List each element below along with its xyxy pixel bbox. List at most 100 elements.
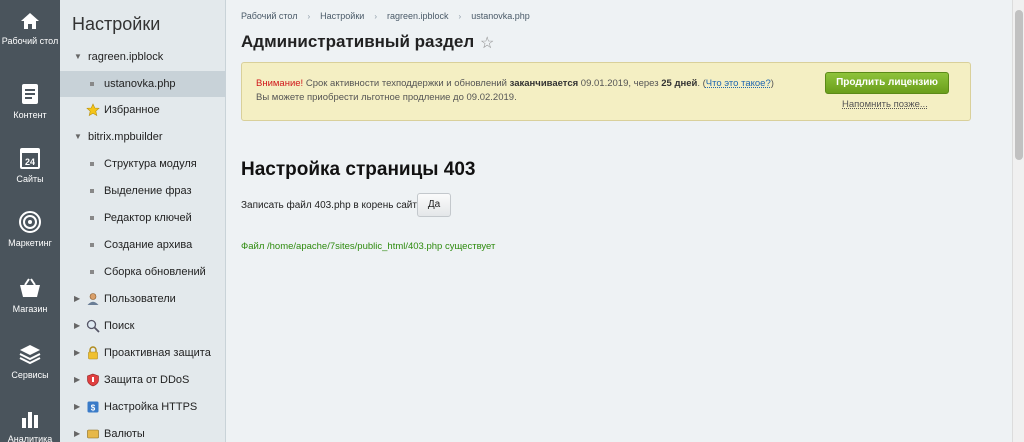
favorite-star-icon[interactable]: ☆ [480, 33, 494, 53]
result-message: Файл /home/apache/7sites/public_html/403… [241, 241, 496, 252]
license-notice: Внимание! Срок активности техподдержки и… [241, 62, 971, 121]
chart-icon [22, 412, 38, 428]
tree-item-search[interactable]: ▶ Поиск [60, 313, 226, 339]
svg-text:$: $ [91, 404, 96, 413]
remind-later-link[interactable]: Напомнить позже... [842, 99, 928, 110]
tree-item-users[interactable]: ▶ Пользователи [60, 286, 226, 312]
vertical-scrollbar[interactable] [1012, 0, 1024, 442]
tree-item-label: Защита от DDoS [104, 374, 190, 386]
tree-item-ragreen-ipblock[interactable]: ▼ ragreen.ipblock [60, 44, 226, 70]
settings-panel: Настройки ▼ ragreen.ipblock ustanovka.ph… [60, 0, 226, 442]
section-title: Настройка страницы 403 [241, 159, 476, 180]
bullet-icon [90, 270, 94, 274]
breadcrumb-item[interactable]: Рабочий стол [241, 11, 298, 21]
rail-label: Рабочий стол [1, 36, 59, 46]
breadcrumb-separator-icon: › [374, 12, 377, 21]
tree-item-proactive-protection[interactable]: ▶ Проактивная защита [60, 340, 226, 366]
scrollbar-thumb[interactable] [1015, 10, 1023, 160]
tree-item-module-structure[interactable]: Структура модуля [60, 151, 226, 177]
tree-item-label: Выделение фраз [104, 185, 192, 197]
breadcrumb-item[interactable]: ustanovka.php [471, 11, 530, 21]
basket-icon [20, 278, 40, 297]
expand-arrow-icon[interactable]: ▶ [74, 340, 80, 366]
tree-item-https-settings[interactable]: ▶ $ Настройка HTTPS [60, 394, 226, 420]
tree-item-label: ragreen.ipblock [88, 51, 164, 63]
https-icon: $ [87, 401, 99, 413]
rail-item-desktop[interactable]: Рабочий стол [0, 10, 60, 47]
tree-item-currencies[interactable]: ▶ Валюты [60, 421, 226, 442]
tree-item-bitrix-mpbuilder[interactable]: ▼ bitrix.mpbuilder [60, 124, 226, 150]
tree-item-label: Проактивная защита [104, 347, 211, 359]
bullet-icon [90, 216, 94, 220]
breadcrumb: Рабочий стол › Настройки › ragreen.ipblock › u… [241, 11, 530, 21]
notice-extension-text: Вы можете приобрести льготное продление … [256, 92, 517, 103]
breadcrumb-item[interactable]: ragreen.ipblock [387, 11, 449, 21]
expand-arrow-icon[interactable]: ▼ [74, 44, 82, 70]
bullet-icon [90, 243, 94, 247]
rail-item-services[interactable]: Сервисы [0, 342, 60, 381]
tree-item-key-editor[interactable]: Редактор ключей [60, 205, 226, 231]
calendar-icon: 24 [20, 148, 40, 169]
notice-text: Внимание! Срок активности техподдержки и… [256, 78, 774, 89]
tree-item-archive-creation[interactable]: Создание архива [60, 232, 226, 258]
rail-label: Маркетинг [8, 238, 52, 248]
currency-icon [87, 429, 99, 439]
tree-item-label: Сборка обновлений [104, 266, 206, 278]
tree-item-phrase-selection[interactable]: Выделение фраз [60, 178, 226, 204]
star-icon [86, 103, 100, 117]
tree-item-label: bitrix.mpbuilder [88, 131, 163, 143]
rail-item-analytics[interactable]: Аналитика [0, 406, 60, 442]
tree-item-ddos-protection[interactable]: ▶ Защита от DDoS [60, 367, 226, 393]
what-is-this-link[interactable]: Что это такое? [706, 78, 771, 89]
tree-item-label: Настройка HTTPS [104, 401, 198, 413]
document-icon [22, 84, 38, 104]
rail-item-marketing[interactable]: Маркетинг [0, 210, 60, 249]
rail-label: Магазин [12, 304, 48, 314]
write-file-label: Записать файл 403.php в корень сайта [241, 200, 423, 211]
main-content: Рабочий стол › Настройки › ragreen.ipblock › u… [227, 0, 1012, 442]
tree-item-label: Валюты [104, 428, 145, 440]
target-icon [19, 211, 41, 233]
tree-item-label: Избранное [104, 104, 160, 116]
tree-item-label: Создание архива [104, 239, 193, 251]
rail-label: Контент [13, 110, 47, 120]
bullet-icon [90, 82, 94, 86]
layers-icon [19, 345, 41, 365]
rail-item-sites[interactable]: 24 Сайты [0, 146, 60, 185]
tree-item-favorites[interactable]: Избранное [60, 97, 226, 123]
page-title: Административный раздел [241, 32, 475, 51]
renew-license-button[interactable]: Продлить лицензию [825, 72, 949, 94]
tree-item-label: Поиск [104, 320, 135, 332]
tree-item-update-build[interactable]: Сборка обновлений [60, 259, 226, 285]
breadcrumb-item[interactable]: Настройки [320, 11, 364, 21]
expand-arrow-icon[interactable]: ▶ [74, 421, 80, 442]
breadcrumb-separator-icon: › [458, 12, 462, 21]
shield-icon [87, 373, 99, 387]
magnifier-icon [86, 319, 100, 333]
expand-arrow-icon[interactable]: ▶ [74, 286, 80, 312]
rail-label: Сервисы [11, 370, 49, 380]
expand-arrow-icon[interactable]: ▶ [74, 313, 80, 339]
expand-arrow-icon[interactable]: ▶ [74, 394, 80, 420]
tree-item-label: Структура модуля [104, 158, 197, 170]
lock-icon [88, 346, 98, 360]
rail-item-shop[interactable]: Магазин [0, 276, 60, 315]
home-icon [21, 13, 39, 29]
user-icon [87, 293, 99, 305]
tree-item-ustanovka[interactable]: ustanovka.php [60, 71, 226, 97]
yes-button[interactable]: Да [417, 193, 451, 217]
bullet-icon [90, 162, 94, 166]
tree-item-label: Редактор ключей [104, 212, 192, 224]
notice-warning: Внимание! [256, 78, 304, 89]
rail-label: Аналитика [7, 434, 53, 442]
main-navigation-rail: Рабочий стол Контент 24 Сайты Маркетинг … [0, 0, 60, 442]
tree-item-label: ustanovka.php [104, 78, 176, 90]
rail-item-content[interactable]: Контент [0, 82, 60, 121]
rail-label: Сайты [16, 174, 44, 184]
breadcrumb-separator-icon: › [307, 12, 311, 21]
bullet-icon [90, 189, 94, 193]
expand-arrow-icon[interactable]: ▼ [74, 124, 82, 150]
tree-item-label: Пользователи [104, 293, 176, 305]
expand-arrow-icon[interactable]: ▶ [74, 367, 80, 393]
panel-title: Настройки [72, 14, 161, 34]
